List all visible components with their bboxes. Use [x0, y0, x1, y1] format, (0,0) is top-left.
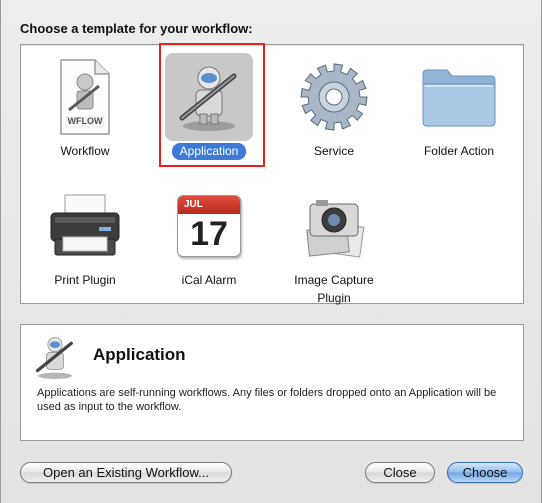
folder-icon: [415, 53, 503, 141]
prompt-label: Choose a template for your workflow:: [20, 21, 253, 36]
description-title: Application: [93, 345, 186, 364]
selection-highlight-box: [159, 43, 265, 167]
open-existing-workflow-button[interactable]: Open an Existing Workflow...: [20, 462, 232, 483]
close-button[interactable]: Close: [365, 462, 435, 483]
template-label: Print Plugin: [54, 273, 116, 287]
template-label: Service: [313, 144, 354, 158]
wflow-document-icon: WFLOW: [41, 53, 129, 141]
template-label-line1: Image Capture: [294, 273, 374, 287]
camera-icon: [290, 182, 378, 270]
calendar-icon: JUL 17: [165, 182, 253, 270]
wflow-badge: WFLOW: [67, 116, 103, 126]
description-text: Applications are self-running workflows.…: [37, 387, 497, 413]
template-service[interactable]: Service: [279, 53, 389, 160]
description-panel: Application Applications are self-runnin…: [20, 324, 524, 441]
template-print-plugin[interactable]: Print Plugin: [30, 182, 140, 289]
template-gallery: WFLOW Workflow Application Service Folde…: [20, 44, 524, 307]
template-image-capture-plugin[interactable]: Image Capture Plugin: [279, 182, 389, 307]
template-label: Folder Action: [423, 144, 495, 158]
template-folder-action[interactable]: Folder Action: [404, 53, 514, 160]
automator-robot-icon: [31, 333, 79, 381]
template-chooser-sheet: Choose a template for your workflow: WFL…: [0, 0, 542, 503]
template-label: Workflow: [60, 144, 110, 158]
template-ical-alarm[interactable]: JUL 17 iCal Alarm: [154, 182, 264, 289]
choose-button[interactable]: Choose: [447, 462, 523, 483]
calendar-day: 17: [190, 215, 228, 253]
gear-icon: [290, 53, 378, 141]
calendar-month: JUL: [184, 199, 203, 210]
template-label-line2: Plugin: [317, 291, 351, 305]
template-workflow[interactable]: WFLOW Workflow: [30, 53, 140, 160]
template-label: iCal Alarm: [181, 273, 237, 287]
printer-icon: [41, 182, 129, 270]
